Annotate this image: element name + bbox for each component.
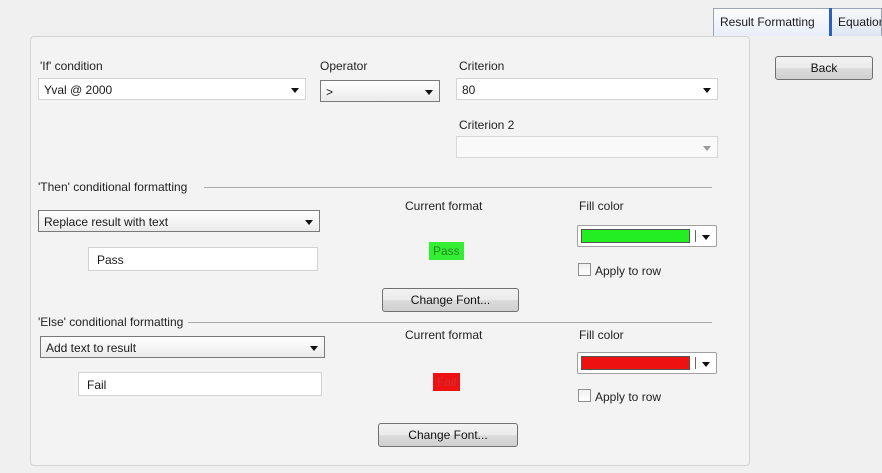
- picker-divider: [695, 230, 696, 242]
- tab-label: Equation: [838, 15, 882, 29]
- operator-value: >: [326, 85, 334, 99]
- tab-divider: [829, 8, 832, 36]
- chevron-down-icon: [702, 362, 710, 367]
- else-change-font-button[interactable]: Change Font...: [378, 423, 518, 447]
- else-heading: 'Else' conditional formatting: [38, 315, 184, 329]
- back-button[interactable]: Back: [775, 56, 873, 80]
- chevron-down-icon: [703, 88, 711, 93]
- picker-divider: [695, 357, 696, 369]
- then-current-format-label: Current format: [405, 199, 483, 213]
- chevron-down-icon: [291, 88, 299, 93]
- then-change-font-button[interactable]: Change Font...: [382, 288, 519, 312]
- else-text-value: Fail: [87, 378, 107, 392]
- else-format-sample: Fail: [433, 373, 461, 391]
- else-apply-to-row-checkbox[interactable]: [578, 389, 591, 402]
- chevron-down-icon: [310, 346, 318, 351]
- criterion-dropdown[interactable]: 80: [456, 78, 718, 100]
- change-font-label: Change Font...: [408, 428, 488, 442]
- chevron-down-icon: [425, 90, 433, 95]
- else-apply-to-row-label: Apply to row: [595, 390, 662, 404]
- then-apply-to-row-label: Apply to row: [595, 264, 662, 278]
- criterion2-dropdown[interactable]: [456, 136, 718, 158]
- else-separator: [188, 322, 712, 323]
- then-separator: [204, 187, 712, 188]
- tab-label: Result Formatting: [720, 15, 815, 29]
- else-mode-dropdown[interactable]: Add text to result: [40, 336, 325, 358]
- then-fill-color-picker[interactable]: [577, 225, 717, 247]
- back-button-label: Back: [810, 61, 838, 75]
- else-mode-value: Add text to result: [46, 341, 137, 355]
- else-fill-swatch: [581, 356, 690, 370]
- tab-result-formatting[interactable]: Result Formatting: [713, 8, 830, 36]
- then-mode-dropdown[interactable]: Replace result with text: [38, 210, 320, 232]
- else-current-format-label: Current format: [405, 328, 483, 342]
- then-format-sample: Pass: [429, 242, 464, 260]
- if-condition-label: 'If' condition: [40, 59, 103, 73]
- criterion2-label: Criterion 2: [459, 118, 515, 132]
- then-text-input[interactable]: Pass: [88, 247, 318, 271]
- if-condition-value: Yval @ 2000: [44, 83, 113, 97]
- chevron-down-icon: [305, 220, 313, 225]
- else-text-input[interactable]: Fail: [78, 372, 322, 396]
- operator-dropdown[interactable]: >: [320, 80, 440, 102]
- then-heading: 'Then' conditional formatting: [38, 180, 188, 194]
- chevron-down-icon: [703, 146, 711, 151]
- then-apply-to-row-checkbox[interactable]: [578, 263, 591, 276]
- criterion-label: Criterion: [459, 59, 505, 73]
- tab-equation[interactable]: Equation: [831, 8, 882, 36]
- else-fill-color-picker[interactable]: [577, 352, 717, 374]
- change-font-label: Change Font...: [410, 293, 491, 307]
- chevron-down-icon: [702, 235, 710, 240]
- then-text-value: Pass: [97, 253, 124, 267]
- then-fill-swatch: [581, 229, 690, 243]
- if-condition-dropdown[interactable]: Yval @ 2000: [38, 78, 306, 100]
- then-mode-value: Replace result with text: [44, 215, 169, 229]
- then-fill-color-label: Fill color: [579, 199, 624, 213]
- criterion-value: 80: [462, 83, 476, 97]
- else-fill-color-label: Fill color: [579, 328, 624, 342]
- operator-label: Operator: [320, 59, 368, 73]
